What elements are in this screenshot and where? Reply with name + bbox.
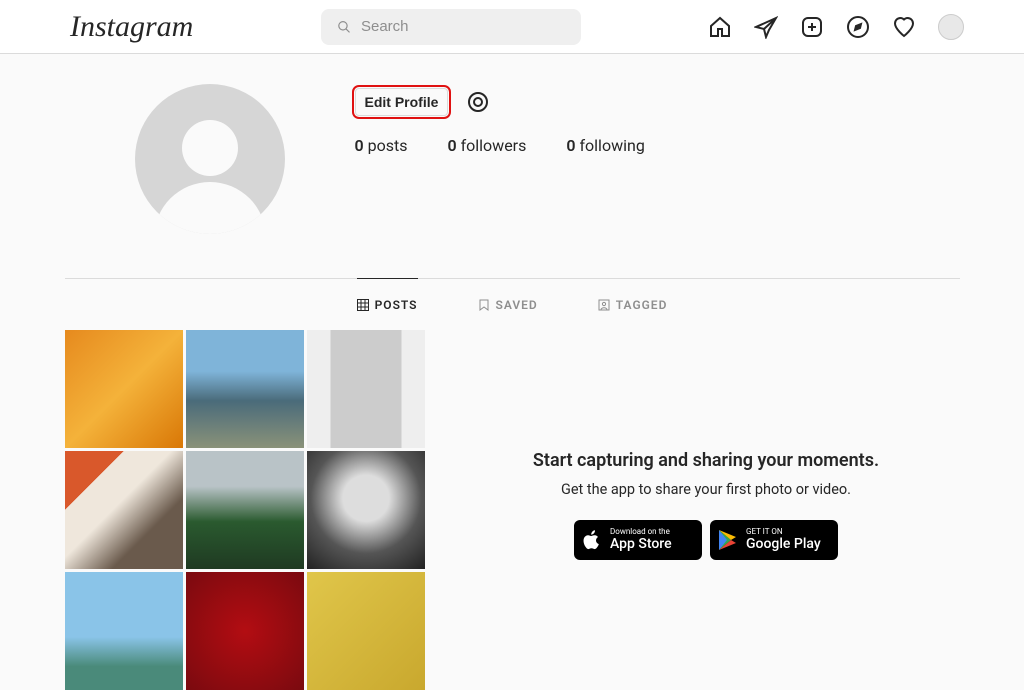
sample-tile-coastal-cliffs [186,330,304,448]
activity-icon[interactable] [892,15,916,39]
following-stat[interactable]: 0 following [566,136,644,155]
tab-posts-label: POSTS [375,298,418,312]
profile-header: Edit Profile 0 posts 0 followers 0 follo… [65,84,960,234]
profile-picture-placeholder[interactable] [135,84,285,234]
tab-posts[interactable]: POSTS [357,278,418,330]
tab-tagged-label: TAGGED [616,298,668,312]
main-content: Edit Profile 0 posts 0 followers 0 follo… [45,54,980,690]
sample-tile-photo-strip [307,330,425,448]
brand-logo[interactable]: Instagram [70,10,193,44]
sample-tile-dog-blanket [65,451,183,569]
followers-stat[interactable]: 0 followers [447,136,526,155]
explore-icon[interactable] [846,15,870,39]
tagged-icon [598,299,610,311]
home-icon[interactable] [708,15,732,39]
app-store-badge[interactable]: Download on theApp Store [574,520,702,560]
tab-tagged[interactable]: TAGGED [598,278,668,330]
settings-gear-icon[interactable] [466,90,490,114]
tab-saved[interactable]: SAVED [478,278,538,330]
top-nav: Instagram [0,0,1024,54]
sample-tile-oranges [65,330,183,448]
profile-avatar-icon[interactable] [938,14,964,40]
new-post-icon[interactable] [800,15,824,39]
profile-picture-wrap [65,84,355,234]
sample-tile-ski-lift [65,572,183,690]
profile-tabs: POSTS SAVED TAGGED [65,278,960,330]
promo-sub: Get the app to share your first photo or… [453,481,960,498]
profile-info: Edit Profile 0 posts 0 followers 0 follo… [355,84,960,155]
apple-icon [582,528,602,552]
sample-posts-grid [65,330,425,690]
messages-icon[interactable] [754,15,778,39]
bookmark-icon [478,299,490,311]
sample-tile-baby-bw [307,451,425,569]
edit-profile-button[interactable]: Edit Profile [355,88,449,116]
content-row: Start capturing and sharing your moments… [65,330,960,690]
nav-icons [708,14,964,40]
tab-saved-label: SAVED [496,298,538,312]
promo-heading: Start capturing and sharing your moments… [453,450,960,471]
sample-tile-cat-camera [307,572,425,690]
search-box[interactable] [321,9,581,45]
google-play-icon [718,529,738,551]
grid-icon [357,299,369,311]
sample-tile-cactus-bldg [186,451,304,569]
posts-stat: 0 posts [355,136,408,155]
search-input[interactable] [361,18,565,35]
search-icon [337,19,351,35]
google-play-badge[interactable]: GET IT ONGoogle Play [710,520,838,560]
sample-tile-red-flowers [186,572,304,690]
profile-stats: 0 posts 0 followers 0 following [355,136,960,155]
get-app-promo: Start capturing and sharing your moments… [453,330,960,690]
